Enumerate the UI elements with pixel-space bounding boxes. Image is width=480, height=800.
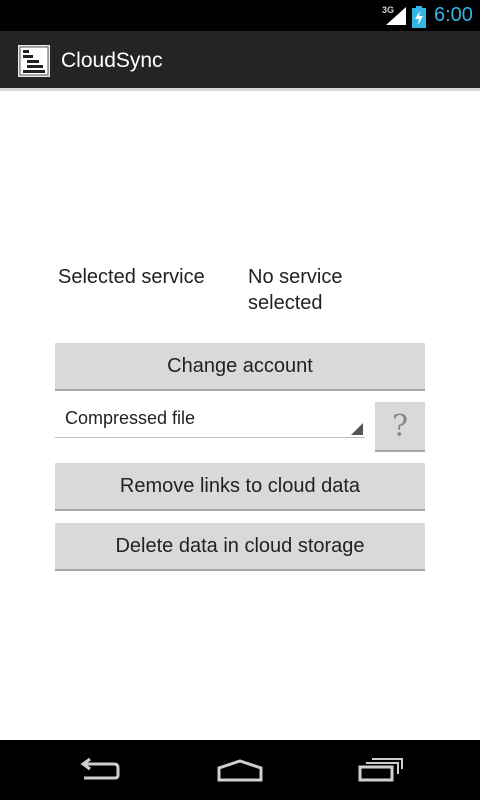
format-spinner[interactable]: Compressed file [55,404,365,438]
selected-service-value: No service selected [248,264,342,316]
clock: 6:00 [434,4,473,26]
format-spinner-value: Compressed file [65,408,196,428]
back-icon[interactable] [78,758,122,782]
app-title: CloudSync [61,49,163,72]
battery-charging-icon [412,6,426,28]
action-bar: CloudSync [0,31,480,91]
status-bar: 3G 6:00 [0,0,480,31]
dropdown-arrow-icon [351,423,363,435]
help-button[interactable]: ? [375,402,425,452]
recent-apps-icon[interactable] [358,758,404,782]
navigation-bar [0,740,480,800]
selected-service-label: Selected service [58,266,205,288]
home-icon[interactable] [216,758,264,782]
remove-links-button[interactable]: Remove links to cloud data [55,463,425,511]
service-value-line1: No service [248,266,343,288]
question-mark-icon: ? [391,408,409,444]
app-logo-icon[interactable] [18,45,50,77]
service-value-line2: selected [248,292,323,314]
signal-icon [386,7,406,25]
change-account-button[interactable]: Change account [55,343,425,391]
main-content: Selected service No service selected Cha… [0,91,480,740]
delete-cloud-data-button[interactable]: Delete data in cloud storage [55,523,425,571]
